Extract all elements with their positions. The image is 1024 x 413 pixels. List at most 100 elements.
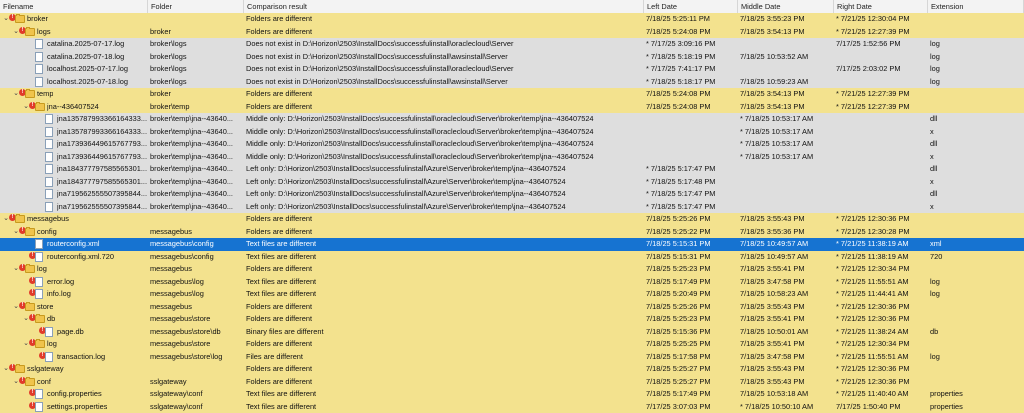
file-row[interactable]: jna135787993366164333...broker\temp\jna-… [0, 113, 1024, 126]
row-extension [930, 376, 1022, 389]
file-row[interactable]: jna184377797585565301...broker\temp\jna-… [0, 176, 1024, 189]
folder-row[interactable]: ⌄!jna--436407524broker\tempFolders are d… [0, 101, 1024, 114]
folder-icon [35, 315, 45, 323]
folder-row[interactable]: ⌄!logmessagebus\storeFolders are differe… [0, 338, 1024, 351]
folder-row[interactable]: ⌄!brokerFolders are different7/18/25 5:2… [0, 13, 1024, 26]
file-icon [45, 327, 53, 337]
file-row[interactable]: localhost.2025-07-17.logbroker\logsDoes … [0, 63, 1024, 76]
row-filename: broker [27, 13, 48, 26]
folder-row[interactable]: ⌄!sslgatewayFolders are different7/18/25… [0, 363, 1024, 376]
row-left-date: 7/18/25 5:25:23 PM [646, 313, 738, 326]
row-extension: log [930, 288, 1022, 301]
row-filename: jna184377797585565301... [57, 163, 147, 176]
column-header-folder[interactable]: Folder [148, 0, 244, 13]
file-row[interactable]: jna719562555507395844...broker\temp\jna-… [0, 188, 1024, 201]
row-filename: logs [37, 26, 51, 39]
row-right-date [836, 151, 928, 164]
row-folder: broker\temp\jna--43640... [150, 151, 244, 164]
column-header-comparison-result[interactable]: Comparison result [244, 0, 644, 13]
row-left-date: 7/18/25 5:25:26 PM [646, 301, 738, 314]
row-folder [150, 13, 244, 26]
row-folder: sslgateway\conf [150, 401, 244, 413]
column-header-left-date[interactable]: Left Date [644, 0, 738, 13]
row-middle-date [740, 176, 834, 189]
row-left-date: 7/18/25 5:15:31 PM [646, 251, 738, 264]
file-icon [45, 352, 53, 362]
file-icon [45, 164, 53, 174]
column-header-extension[interactable]: Extension [928, 0, 1024, 13]
row-comparison-result: Text files are different [246, 401, 642, 413]
file-row[interactable]: !page.dbmessagebus\store\dbBinary files … [0, 326, 1024, 339]
row-right-date: * 7/21/25 12:30:34 PM [836, 263, 928, 276]
row-left-date: 7/18/25 5:17:49 PM [646, 276, 738, 289]
row-left-date: 7/18/25 5:24:08 PM [646, 88, 738, 101]
row-middle-date: 7/18/25 3:55:41 PM [740, 313, 834, 326]
row-right-date: * 7/21/25 11:55:51 AM [836, 276, 928, 289]
row-folder: broker\temp\jna--43640... [150, 201, 244, 214]
row-comparison-result: Folders are different [246, 301, 642, 314]
row-folder [150, 213, 244, 226]
file-row[interactable]: catalina.2025-07-18.logbroker\logsDoes n… [0, 51, 1024, 64]
row-extension [930, 338, 1022, 351]
file-row[interactable]: !info.logmessagebus\logText files are di… [0, 288, 1024, 301]
file-row[interactable]: jna719562555507395844...broker\temp\jna-… [0, 201, 1024, 214]
folder-compare-grid[interactable]: Filename Folder Comparison result Left D… [0, 0, 1024, 412]
row-folder: broker\temp\jna--43640... [150, 176, 244, 189]
folder-row[interactable]: ⌄!logsbrokerFolders are different7/18/25… [0, 26, 1024, 39]
row-middle-date: 7/18/25 3:55:41 PM [740, 338, 834, 351]
row-extension: log [930, 51, 1022, 64]
file-row[interactable]: !error.logmessagebus\logText files are d… [0, 276, 1024, 289]
column-header-right-date[interactable]: Right Date [834, 0, 928, 13]
file-icon [35, 39, 43, 49]
row-middle-date [740, 163, 834, 176]
file-icon [35, 77, 43, 87]
folder-row[interactable]: ⌄!storemessagebusFolders are different7/… [0, 301, 1024, 314]
row-middle-date: 7/18/25 10:59:23 AM [740, 76, 834, 89]
row-middle-date: 7/18/25 3:47:58 PM [740, 351, 834, 364]
file-row[interactable]: !routerconfig.xml.720messagebus\configTe… [0, 251, 1024, 264]
row-right-date [836, 176, 928, 189]
row-left-date: 7/18/25 5:24:08 PM [646, 101, 738, 114]
row-middle-date: * 7/18/25 10:50:10 AM [740, 401, 834, 413]
file-row[interactable]: !config.propertiessslgateway\confText fi… [0, 388, 1024, 401]
file-row[interactable]: catalina.2025-07-17.logbroker\logsDoes n… [0, 38, 1024, 51]
folder-row[interactable]: ⌄!logmessagebusFolders are different7/18… [0, 263, 1024, 276]
column-header-filename[interactable]: Filename [0, 0, 148, 13]
row-filename: routerconfig.xml [47, 238, 100, 251]
row-folder: broker\logs [150, 76, 244, 89]
row-right-date: * 7/21/25 12:27:39 PM [836, 88, 928, 101]
row-middle-date: * 7/18/25 10:53:17 AM [740, 126, 834, 139]
row-filename: error.log [47, 276, 74, 289]
file-icon [35, 252, 43, 262]
file-row[interactable]: jna184377797585565301...broker\temp\jna-… [0, 163, 1024, 176]
file-row[interactable]: !transaction.logmessagebus\store\logFile… [0, 351, 1024, 364]
file-row[interactable]: jna135787993366164333...broker\temp\jna-… [0, 126, 1024, 139]
row-folder: sslgateway [150, 376, 244, 389]
file-row[interactable]: jna173936449615767793...broker\temp\jna-… [0, 151, 1024, 164]
row-filename: jna173936449615767793... [57, 138, 147, 151]
folder-row[interactable]: ⌄!messagebusFolders are different7/18/25… [0, 213, 1024, 226]
row-folder [150, 363, 244, 376]
row-filename: sslgateway [27, 363, 64, 376]
file-row[interactable]: jna173936449615767793...broker\temp\jna-… [0, 138, 1024, 151]
file-icon [45, 189, 53, 199]
folder-row[interactable]: ⌄!tempbrokerFolders are different7/18/25… [0, 88, 1024, 101]
file-row[interactable]: routerconfig.xmlmessagebus\configText fi… [0, 238, 1024, 251]
folder-row[interactable]: ⌄!confsslgatewayFolders are different7/1… [0, 376, 1024, 389]
folder-row[interactable]: ⌄!configmessagebusFolders are different7… [0, 226, 1024, 239]
row-folder: messagebus [150, 226, 244, 239]
row-middle-date: 7/18/25 3:55:43 PM [740, 301, 834, 314]
row-comparison-result: Does not exist in D:\Horizon\2503\Instal… [246, 63, 642, 76]
row-right-date: * 7/21/25 12:30:36 PM [836, 313, 928, 326]
row-folder: messagebus\store\db [150, 326, 244, 339]
folder-row[interactable]: ⌄!dbmessagebus\storeFolders are differen… [0, 313, 1024, 326]
row-extension: db [930, 326, 1022, 339]
file-row[interactable]: localhost.2025-07-18.logbroker\logsDoes … [0, 76, 1024, 89]
row-folder: broker\temp\jna--43640... [150, 126, 244, 139]
row-right-date [836, 51, 928, 64]
file-row[interactable]: !settings.propertiessslgateway\confText … [0, 401, 1024, 413]
row-folder: messagebus\log [150, 288, 244, 301]
row-filename: catalina.2025-07-18.log [47, 51, 124, 64]
row-right-date: * 7/21/25 12:30:36 PM [836, 376, 928, 389]
column-header-middle-date[interactable]: Middle Date [738, 0, 834, 13]
